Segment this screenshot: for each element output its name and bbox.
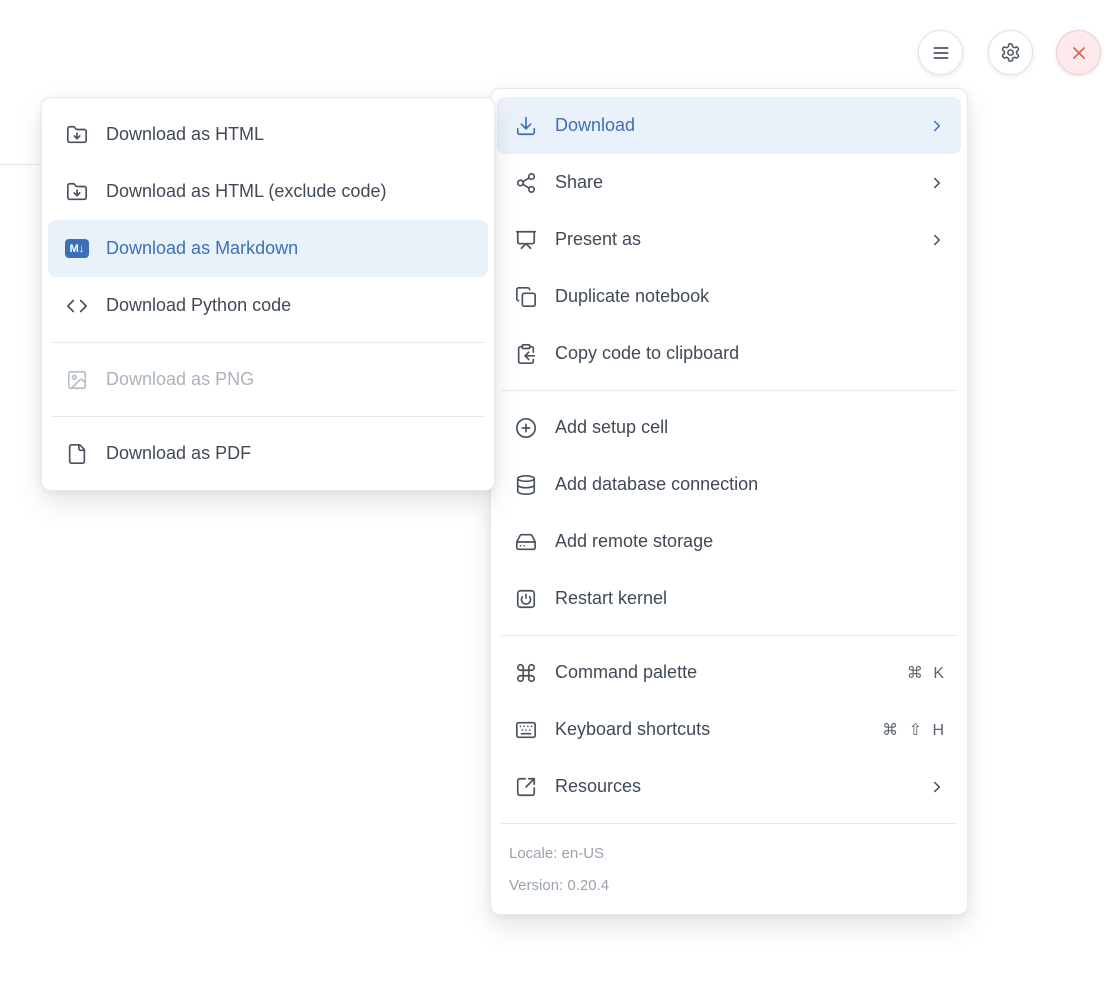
menu-item-label: Download Python code xyxy=(106,295,474,316)
keyboard-icon xyxy=(514,718,538,742)
menu-item-download-png[interactable]: Download as PNG xyxy=(48,351,488,408)
image-icon xyxy=(65,368,89,392)
version-text: Version: 0.20.4 xyxy=(509,870,949,902)
menu-item-label: Duplicate notebook xyxy=(555,286,947,307)
menu-item-download[interactable]: Download xyxy=(497,97,961,154)
code-icon xyxy=(65,294,89,318)
menu-item-present-as[interactable]: Present as xyxy=(497,211,961,268)
menu-item-label: Download as PNG xyxy=(106,369,474,390)
menu-item-add-remote-storage[interactable]: Add remote storage xyxy=(497,513,961,570)
menu-item-label: Download xyxy=(555,115,927,136)
menu-item-add-setup-cell[interactable]: Add setup cell xyxy=(497,399,961,456)
menu-item-label: Share xyxy=(555,172,927,193)
settings-button[interactable] xyxy=(988,30,1033,75)
menu-item-label: Copy code to clipboard xyxy=(555,343,947,364)
menu-item-command-palette[interactable]: Command palette ⌘ K xyxy=(497,644,961,701)
plus-circle-icon xyxy=(514,416,538,440)
chevron-right-icon xyxy=(927,173,947,193)
menu-item-duplicate-notebook[interactable]: Duplicate notebook xyxy=(497,268,961,325)
menu-item-label: Keyboard shortcuts xyxy=(555,719,882,740)
menu-item-label: Resources xyxy=(555,776,927,797)
menu-item-label: Restart kernel xyxy=(555,588,947,609)
menu-item-label: Present as xyxy=(555,229,927,250)
menu-item-label: Download as HTML (exclude code) xyxy=(106,181,474,202)
menu-item-label: Download as PDF xyxy=(106,443,474,464)
markdown-badge: M↓ xyxy=(65,239,89,258)
copy-icon xyxy=(514,285,538,309)
hard-drive-icon xyxy=(514,530,538,554)
menu-item-label: Add remote storage xyxy=(555,531,947,552)
menu-divider xyxy=(501,823,957,824)
menu-item-download-html[interactable]: Download as HTML xyxy=(48,106,488,163)
presentation-icon xyxy=(514,228,538,252)
menu-divider xyxy=(501,390,957,391)
menu-item-download-pdf[interactable]: Download as PDF xyxy=(48,425,488,482)
menu-divider xyxy=(52,342,484,343)
chevron-right-icon xyxy=(927,777,947,797)
shortcut-hint: ⌘ ⇧ H xyxy=(882,720,947,740)
menu-item-keyboard-shortcuts[interactable]: Keyboard shortcuts ⌘ ⇧ H xyxy=(497,701,961,758)
menu-item-resources[interactable]: Resources xyxy=(497,758,961,815)
folder-download-icon xyxy=(65,123,89,147)
clipboard-copy-icon xyxy=(514,342,538,366)
menu-item-add-database-connection[interactable]: Add database connection xyxy=(497,456,961,513)
chevron-right-icon xyxy=(927,116,947,136)
menu-item-download-python-code[interactable]: Download Python code xyxy=(48,277,488,334)
markdown-icon: M↓ xyxy=(65,237,89,261)
menu-footer: Locale: en-US Version: 0.20.4 xyxy=(497,832,961,906)
menu-item-copy-code[interactable]: Copy code to clipboard xyxy=(497,325,961,382)
folder-download-icon xyxy=(65,180,89,204)
menu-item-label: Command palette xyxy=(555,662,907,683)
share-icon xyxy=(514,171,538,195)
close-button[interactable] xyxy=(1056,30,1101,75)
menu-item-download-markdown[interactable]: M↓ Download as Markdown xyxy=(48,220,488,277)
menu-item-share[interactable]: Share xyxy=(497,154,961,211)
hamburger-icon xyxy=(931,43,951,63)
locale-text: Locale: en-US xyxy=(509,838,949,870)
external-link-icon xyxy=(514,775,538,799)
gear-icon xyxy=(1000,42,1021,63)
menu-item-label: Download as Markdown xyxy=(106,238,474,259)
notebook-menu-button[interactable] xyxy=(918,30,963,75)
download-submenu: Download as HTML Download as HTML (exclu… xyxy=(41,97,495,491)
file-icon xyxy=(65,442,89,466)
database-icon xyxy=(514,473,538,497)
menu-item-label: Add setup cell xyxy=(555,417,947,438)
menu-divider xyxy=(52,416,484,417)
shortcut-hint: ⌘ K xyxy=(907,663,947,683)
menu-divider xyxy=(501,635,957,636)
notebook-actions-menu: Download Share Present as Duplicate note… xyxy=(490,88,968,915)
menu-item-restart-kernel[interactable]: Restart kernel xyxy=(497,570,961,627)
menu-item-label: Add database connection xyxy=(555,474,947,495)
x-icon xyxy=(1069,43,1089,63)
page-edge-divider xyxy=(0,164,42,165)
menu-item-download-html-exclude-code[interactable]: Download as HTML (exclude code) xyxy=(48,163,488,220)
command-icon xyxy=(514,661,538,685)
chevron-right-icon xyxy=(927,230,947,250)
download-icon xyxy=(514,114,538,138)
power-icon xyxy=(514,587,538,611)
menu-item-label: Download as HTML xyxy=(106,124,474,145)
